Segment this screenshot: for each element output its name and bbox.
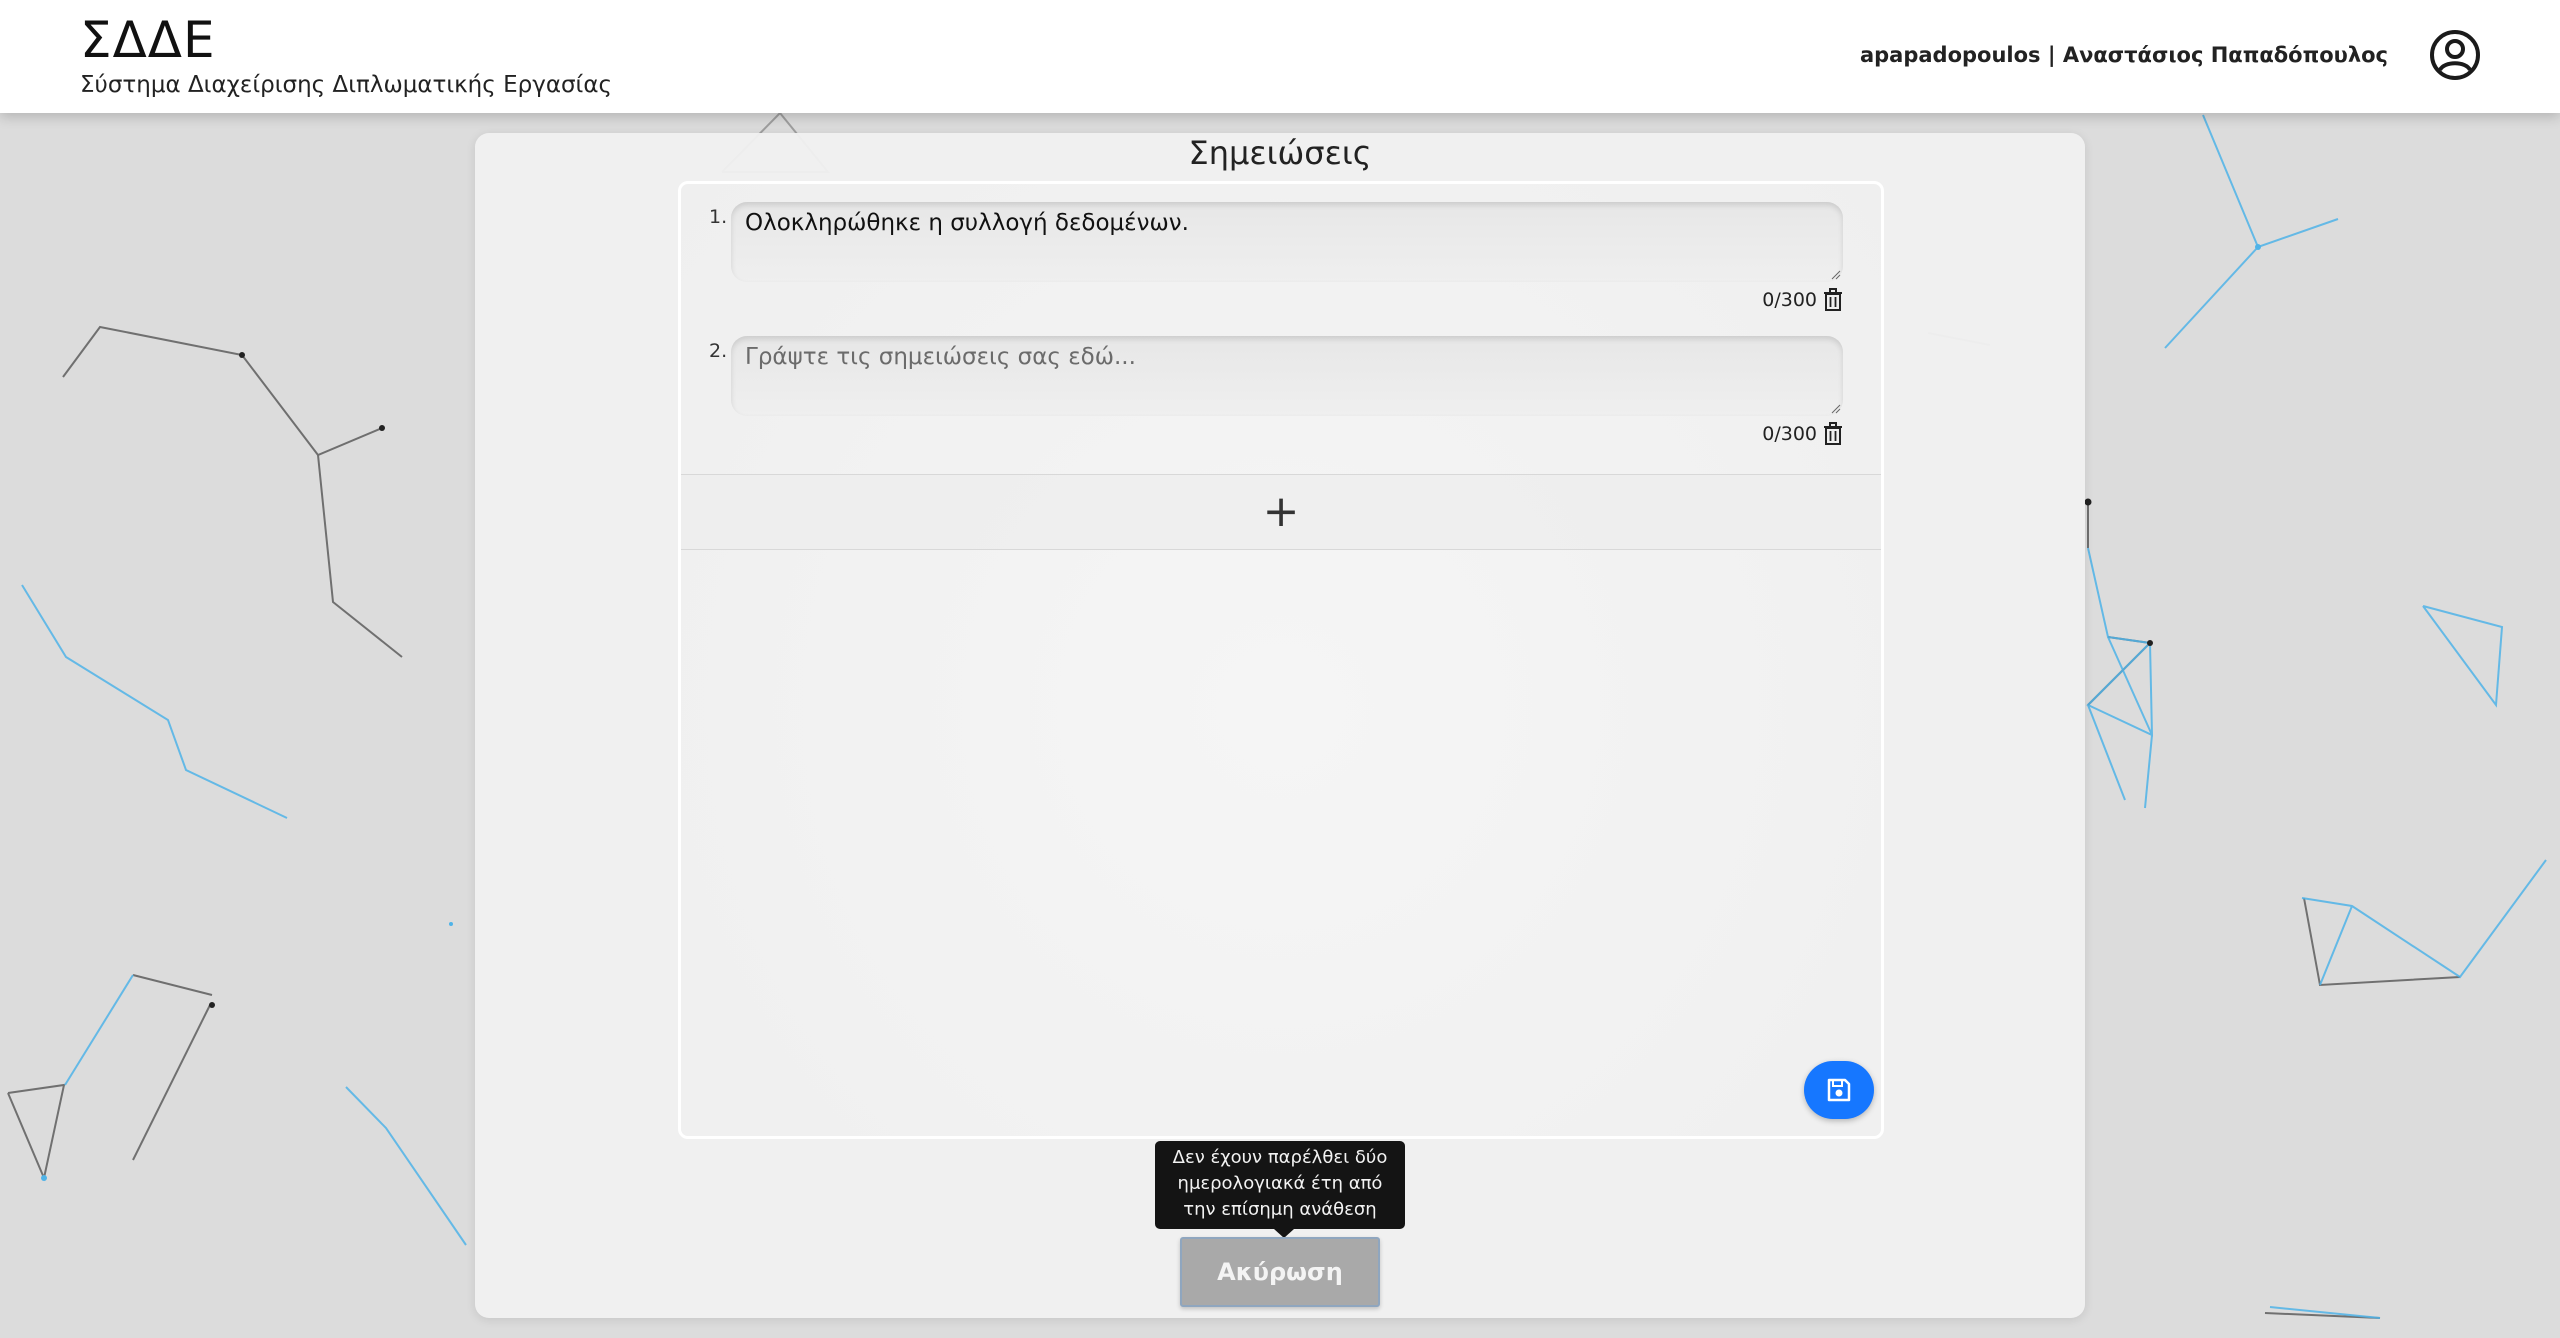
char-counter: 0/300 [1762, 289, 1817, 311]
cancel-button[interactable]: Ακύρωση [1180, 1237, 1380, 1307]
plus-icon: + [1262, 486, 1300, 537]
notes-panel: 1. 0/300 2. [678, 181, 1884, 1139]
resize-grip-icon[interactable] [1831, 404, 1841, 414]
tooltip: Δεν έχουν παρέλθει δύο ημερολογιακά έτη … [1155, 1141, 1405, 1229]
user-label: apapadopoulos | Αναστάσιος Παπαδόπουλος [1859, 43, 2388, 67]
add-note-button[interactable]: + [681, 474, 1881, 550]
note-input[interactable] [731, 202, 1843, 282]
note-meta: 0/300 [1762, 422, 1845, 446]
brand-title: ΣΔΔΕ [80, 11, 216, 69]
note-meta: 0/300 [1762, 288, 1845, 312]
char-counter: 0/300 [1762, 423, 1817, 445]
trash-icon[interactable] [1821, 422, 1845, 446]
user-box: apapadopoulos | Αναστάσιος Παπαδόπουλος [1860, 28, 2482, 82]
note-number: 1. [709, 206, 728, 228]
card-title: Σημειώσεις [1188, 134, 1372, 172]
save-button[interactable] [1804, 1061, 1874, 1119]
note-number: 2. [709, 340, 728, 362]
user-circle-icon[interactable] [2428, 28, 2482, 82]
resize-grip-icon[interactable] [1831, 270, 1841, 280]
brand-subtitle: Σύστημα Διαχείρισης Διπλωματικής Εργασία… [80, 72, 612, 98]
trash-icon[interactable] [1821, 288, 1845, 312]
brand: ΣΔΔΕ Σύστημα Διαχείρισης Διπλωματικής Ερ… [80, 12, 612, 100]
floppy-disk-icon [1827, 1078, 1851, 1102]
notes-card: Σημειώσεις 1. 0/300 2. [475, 133, 2085, 1318]
app-header: ΣΔΔΕ Σύστημα Διαχείρισης Διπλωματικής Ερ… [0, 0, 2560, 113]
note-input[interactable] [731, 336, 1843, 416]
